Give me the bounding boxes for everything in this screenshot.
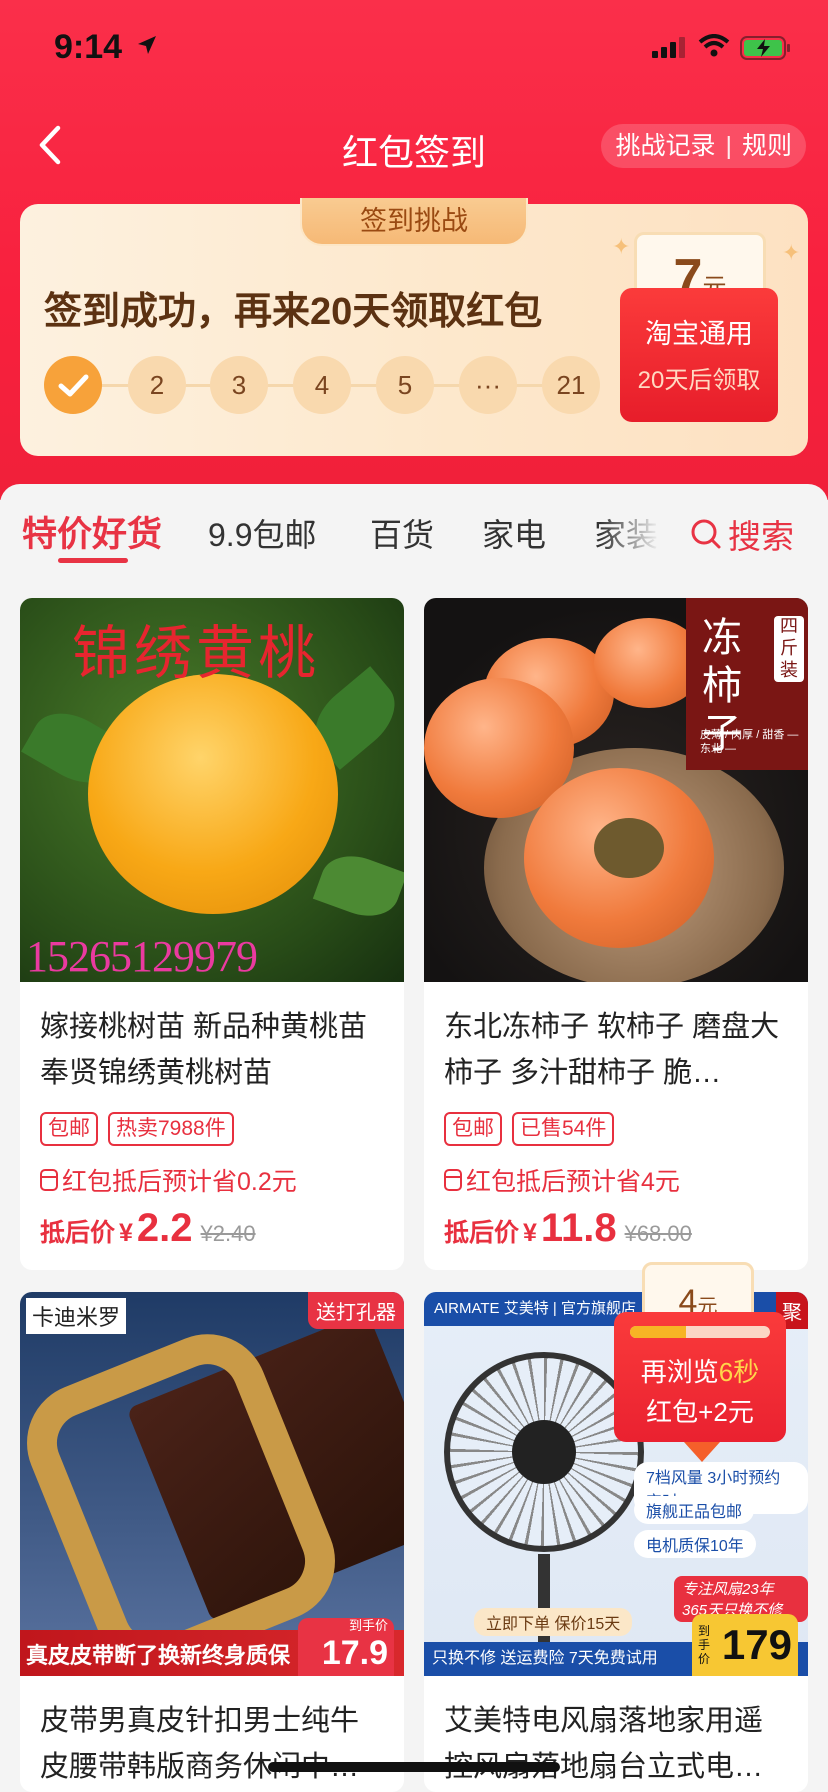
home-indicator bbox=[268, 1762, 560, 1772]
original-price: ¥2.40 bbox=[200, 1221, 256, 1246]
image-brand: 卡迪米罗 bbox=[26, 1298, 127, 1334]
step-21: 21 bbox=[542, 356, 600, 414]
image-price: 179 bbox=[721, 1621, 792, 1668]
price-row: 抵后价 ¥ 11.8 ¥68.00 bbox=[444, 1206, 788, 1251]
step-2: 2 bbox=[128, 356, 186, 414]
price-value: 2.2 bbox=[136, 1206, 193, 1250]
image-label: 冻柿子 四斤装 皮薄 / 肉厚 / 甜香 — 东北 — bbox=[686, 598, 808, 770]
coins-icon bbox=[444, 1169, 462, 1191]
reward-line1: 淘宝通用 bbox=[645, 319, 753, 349]
browse-progress-bar bbox=[630, 1326, 770, 1338]
tabs-fade bbox=[600, 494, 660, 564]
product-image[interactable]: 锦绣黄桃 15265129979 bbox=[20, 598, 404, 982]
price-row: 抵后价 ¥ 2.2 ¥2.40 bbox=[40, 1206, 384, 1251]
original-price: ¥68.00 bbox=[624, 1221, 692, 1246]
float-reward-line1-prefix: 再浏览 bbox=[640, 1357, 719, 1387]
reward-envelope: 淘宝通用 20天后领取 bbox=[620, 288, 778, 422]
image-price: 17.9 bbox=[321, 1634, 388, 1672]
image-order-strip: 立即下单 保价15天 bbox=[474, 1608, 633, 1636]
product-image[interactable]: 卡迪米罗 送打孔器 真皮皮带断了换新终身质保 到手价 17.9 bbox=[20, 1292, 404, 1676]
float-reward-line2: 红包+2元 bbox=[646, 1397, 754, 1427]
status-time: 9:14 bbox=[54, 28, 123, 66]
coupon-info: 红包抵后预计省0.2元 bbox=[40, 1162, 384, 1198]
challenge-records-link[interactable]: 挑战记录 bbox=[615, 124, 715, 168]
product-card[interactable]: 冻柿子 四斤装 皮薄 / 肉厚 / 甜香 — 东北 — 东北冻柿子 软柿子 磨盘… bbox=[424, 598, 808, 1270]
coins-icon bbox=[40, 1169, 58, 1191]
product-tags: 包邮 热卖7988件 bbox=[40, 1112, 384, 1146]
fan-hub bbox=[512, 1420, 576, 1484]
product-card[interactable]: 卡迪米罗 送打孔器 真皮皮带断了换新终身质保 到手价 17.9 皮带男真皮针扣男… bbox=[20, 1292, 404, 1792]
coupon-text: 红包抵后预计省0.2元 bbox=[62, 1168, 297, 1196]
image-feature: 电机质保10年 bbox=[634, 1530, 756, 1558]
checkin-message: 签到成功，再来20天领取红包 bbox=[44, 291, 543, 333]
battery-charging-icon bbox=[740, 36, 790, 60]
tab-general-goods[interactable]: 百货 bbox=[370, 510, 434, 556]
image-banner-text: 真皮皮带断了换新终身质保 bbox=[26, 1643, 291, 1668]
search-button[interactable]: 搜索 bbox=[690, 510, 794, 558]
image-tiny-text: 皮薄 / 肉厚 / 甜香 — 东北 — bbox=[700, 729, 799, 755]
price-label: 抵后价 bbox=[40, 1219, 116, 1247]
currency-symbol: ¥ bbox=[119, 1219, 133, 1247]
coupon-info: 红包抵后预计省4元 bbox=[444, 1162, 788, 1198]
nav-actions: 挑战记录 | 规则 bbox=[601, 124, 806, 168]
step-done bbox=[44, 356, 102, 414]
search-label: 搜索 bbox=[728, 518, 794, 555]
browse-progress-fill bbox=[630, 1326, 686, 1338]
tag-free-shipping: 包邮 bbox=[444, 1112, 502, 1146]
tab-appliances[interactable]: 家电 bbox=[482, 510, 546, 556]
cellular-signal-icon bbox=[652, 37, 685, 58]
product-image[interactable]: 冻柿子 四斤装 皮薄 / 肉厚 / 甜香 — 东北 — bbox=[424, 598, 808, 982]
active-tab-underline bbox=[58, 558, 128, 563]
currency-symbol: ¥ bbox=[523, 1219, 537, 1247]
category-tabs: 特价好货 9.9包邮 百货 家电 家装 搜索 bbox=[0, 484, 828, 580]
price-label: 抵后价 bbox=[444, 1219, 520, 1247]
step-5: 5 bbox=[376, 356, 434, 414]
step-3: 3 bbox=[210, 356, 268, 414]
checkin-progress: 2 3 4 5 ··· 21 bbox=[44, 356, 614, 414]
float-reward-line1: 再浏览6秒 bbox=[614, 1352, 786, 1389]
search-icon bbox=[691, 519, 721, 549]
float-reward-countdown: 6秒 bbox=[718, 1357, 760, 1387]
product-card[interactable]: 锦绣黄桃 15265129979 嫁接桃树苗 新品种黄桃苗 奉贤锦绣黄桃树苗 包… bbox=[20, 598, 404, 1270]
reward-line2: 20天后领取 bbox=[637, 367, 761, 394]
image-price-tag: 到手价 179 bbox=[692, 1614, 798, 1676]
step-ellipsis: ··· bbox=[459, 356, 517, 414]
nav-separator: | bbox=[725, 132, 732, 160]
sparkle-icon: ✦ bbox=[782, 240, 801, 265]
down-arrow-icon bbox=[684, 1442, 720, 1462]
check-icon bbox=[58, 374, 89, 397]
tag-free-shipping: 包邮 bbox=[40, 1112, 98, 1146]
tab-specials[interactable]: 特价好货 bbox=[22, 506, 162, 557]
checkin-card: 签到挑战 签到成功，再来20天领取红包 2 3 4 5 ··· 21 ✦ ✦ 7… bbox=[20, 198, 808, 456]
product-title[interactable]: 皮带男真皮针扣男士纯牛皮腰带韩版商务休闲中… bbox=[40, 1698, 384, 1790]
location-arrow-icon bbox=[138, 36, 156, 54]
image-price-tag: 到手价 17.9 bbox=[298, 1618, 394, 1676]
image-feature: 旗舰正品包邮 bbox=[634, 1496, 755, 1524]
step-4: 4 bbox=[293, 356, 351, 414]
peach-fruit bbox=[88, 674, 338, 914]
price-value: 11.8 bbox=[540, 1206, 617, 1250]
rules-link[interactable]: 规则 bbox=[742, 124, 792, 168]
wifi-icon bbox=[698, 34, 730, 57]
checkin-tab-label: 签到挑战 bbox=[300, 198, 528, 246]
float-reward-envelope: 再浏览6秒 红包+2元 bbox=[614, 1312, 786, 1442]
product-title[interactable]: 东北冻柿子 软柿子 磨盘大柿子 多汁甜柿子 脆… bbox=[444, 1004, 788, 1096]
checkin-reward[interactable]: 7元 淘宝通用 20天后领取 bbox=[620, 232, 778, 422]
status-bar: 9:14 bbox=[0, 0, 828, 100]
tag-sales: 已售54件 bbox=[512, 1112, 615, 1146]
product-tags: 包邮 已售54件 bbox=[444, 1112, 788, 1146]
image-gift-badge: 送打孔器 bbox=[308, 1292, 404, 1329]
image-caption: 锦绣黄桃 bbox=[72, 619, 321, 687]
tag-sales: 热卖7988件 bbox=[108, 1112, 234, 1146]
image-subcaption: 四斤装 bbox=[774, 616, 804, 682]
image-price-label: 到手价 bbox=[348, 1618, 388, 1633]
image-phone-number: 15265129979 bbox=[26, 932, 258, 981]
persimmon-calyx bbox=[594, 818, 664, 878]
product-title[interactable]: 艾美特电风扇落地家用遥控风扇落地扇台立式电… bbox=[444, 1698, 788, 1790]
image-price-label: 到手价 bbox=[697, 1624, 710, 1666]
product-title[interactable]: 嫁接桃树苗 新品种黄桃苗 奉贤锦绣黄桃树苗 bbox=[40, 1004, 384, 1096]
browse-reward-widget[interactable]: 4元 再浏览6秒 红包+2元 bbox=[614, 1262, 786, 1462]
coupon-text: 红包抵后预计省4元 bbox=[466, 1168, 680, 1196]
tab-free-shipping[interactable]: 9.9包邮 bbox=[208, 510, 317, 556]
